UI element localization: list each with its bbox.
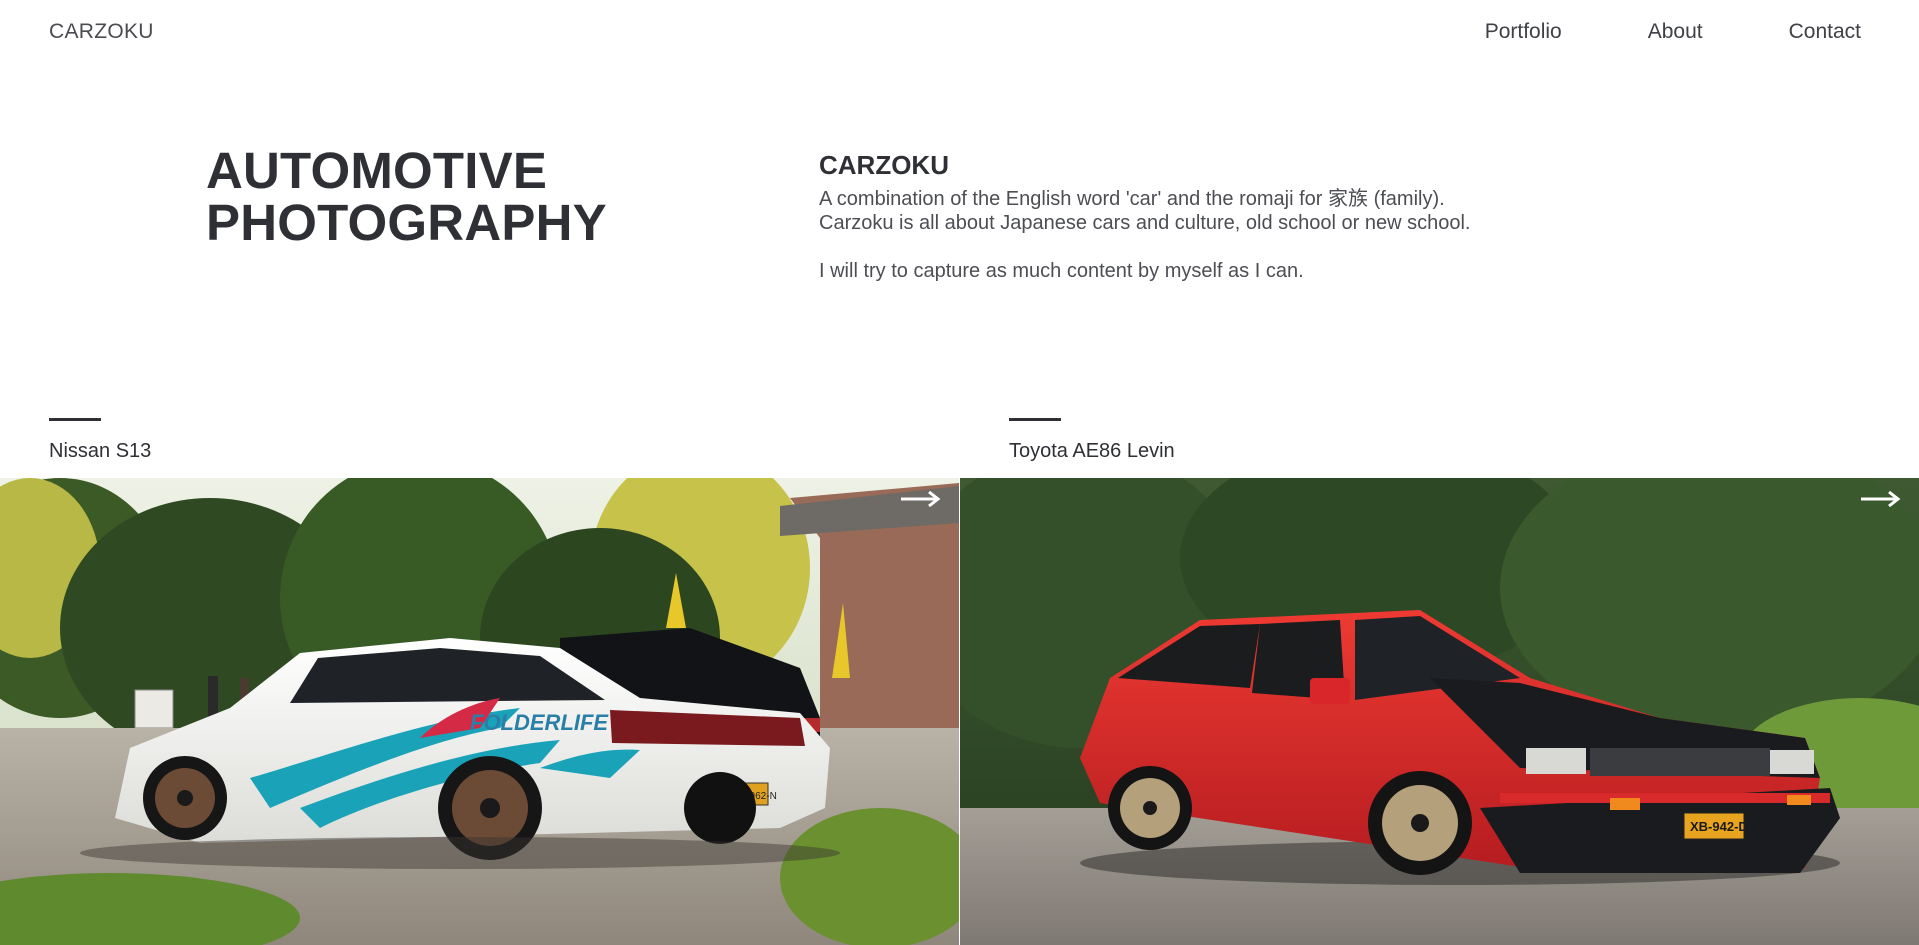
card-photo-toyota-ae86[interactable]: XB-942-D bbox=[960, 478, 1919, 945]
about-line-2: Carzoku is all about Japanese cars and c… bbox=[819, 212, 1471, 234]
hero-title: AUTOMOTIVE PHOTOGRAPHY bbox=[206, 145, 607, 249]
about-line-1: A combination of the English word 'car' … bbox=[819, 188, 1445, 210]
card-photo-nissan-s13[interactable]: FOLDERLIFE XT-962-N bbox=[0, 478, 959, 945]
about-line-3: I will try to capture as much content by… bbox=[819, 260, 1304, 282]
nav-link-contact[interactable]: Contact bbox=[1789, 20, 1861, 44]
arrow-right-icon[interactable] bbox=[901, 491, 941, 507]
nissan-s13-photo: FOLDERLIFE XT-962-N bbox=[0, 478, 959, 945]
s13-livery-text: FOLDERLIFE bbox=[470, 710, 609, 735]
hero-title-line1: AUTOMOTIVE bbox=[206, 142, 548, 199]
nav-link-portfolio[interactable]: Portfolio bbox=[1485, 20, 1562, 44]
nav-link-about[interactable]: About bbox=[1648, 20, 1703, 44]
main-nav: Portfolio About Contact bbox=[1485, 20, 1861, 44]
card-title[interactable]: Nissan S13 bbox=[49, 440, 151, 463]
hero-title-line2: PHOTOGRAPHY bbox=[206, 194, 607, 251]
card-divider bbox=[49, 418, 101, 421]
site-logo[interactable]: CARZOKU bbox=[49, 20, 154, 44]
about-heading: CARZOKU bbox=[819, 150, 949, 180]
card-title[interactable]: Toyota AE86 Levin bbox=[1009, 440, 1175, 463]
ae86-plate-text: XB-942-D bbox=[1690, 819, 1748, 834]
site-header: CARZOKU Portfolio About Contact bbox=[0, 0, 1919, 66]
toyota-ae86-photo: XB-942-D bbox=[960, 478, 1919, 945]
about-spacer bbox=[819, 235, 1579, 259]
about-section: CARZOKU A combination of the English wor… bbox=[819, 150, 1579, 283]
card-divider bbox=[1009, 418, 1061, 421]
arrow-right-icon[interactable] bbox=[1861, 491, 1901, 507]
